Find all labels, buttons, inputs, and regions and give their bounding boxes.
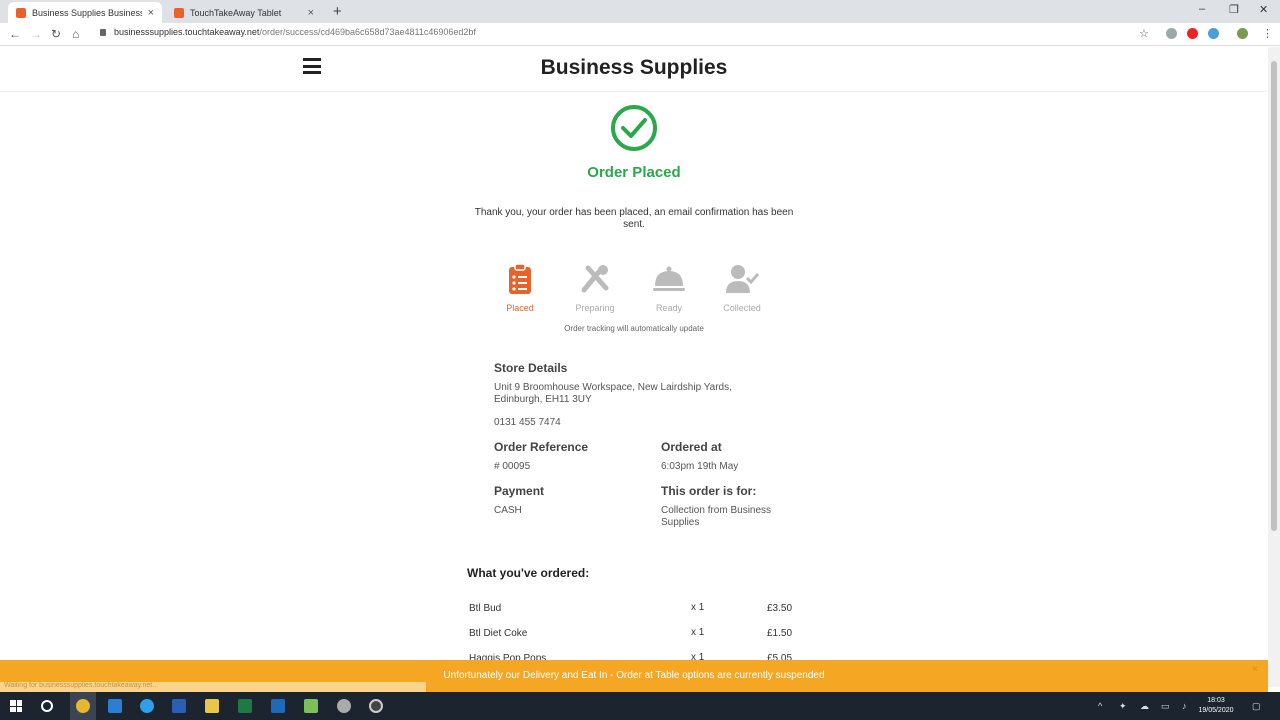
browser-menu-icon[interactable]: ⋮ — [1262, 27, 1273, 40]
menu-icon[interactable] — [303, 58, 321, 74]
step-label: Preparing — [575, 303, 615, 313]
favicon-icon — [16, 7, 26, 18]
order-for-heading: This order is for: — [661, 484, 757, 498]
step-ready: Ready — [639, 262, 699, 313]
item-qty: x 1 — [691, 627, 705, 638]
store-phone: 0131 455 7474 — [494, 417, 561, 428]
home-icon[interactable]: ⌂ — [72, 27, 79, 41]
clipboard-icon — [503, 262, 537, 296]
task-view-icon[interactable] — [108, 699, 122, 713]
step-collected: Collected — [712, 262, 772, 313]
order-reference-heading: Order Reference — [494, 440, 589, 454]
browser-tab-bar: Business Supplies Business Supp × TouchT… — [0, 0, 1280, 23]
item-qty: x 1 — [691, 602, 705, 613]
order-reference-value: # 00095 — [494, 461, 531, 472]
step-label: Placed — [506, 303, 534, 313]
store-address: Unit 9 Broomhouse Workspace, New Lairdsh… — [494, 382, 732, 405]
items-heading: What you've ordered: — [467, 566, 590, 580]
close-tab-icon[interactable]: × — [308, 7, 314, 19]
tab-touchtakeaway[interactable]: TouchTakeAway Tablet × — [166, 2, 322, 23]
back-icon[interactable]: ← — [9, 27, 21, 41]
new-tab-icon[interactable]: + — [333, 3, 342, 20]
dropbox-icon[interactable]: ✦ — [1119, 701, 1127, 712]
url-host: businesssupplies.touchtakeaway.net — [114, 27, 260, 37]
scrollbar-thumb[interactable] — [1271, 61, 1277, 531]
lock-icon — [100, 29, 106, 37]
network-icon[interactable]: ▭ — [1161, 701, 1170, 712]
minimize-icon[interactable]: – — [1199, 3, 1205, 15]
store-details-heading: Store Details — [494, 361, 568, 375]
clock-date: 19/05/2020 — [1198, 707, 1234, 714]
step-placed: Placed — [490, 262, 550, 313]
checkmark-icon — [611, 105, 657, 151]
item-name: Btl Diet Coke — [469, 628, 528, 639]
cloche-icon — [652, 262, 686, 296]
windows-start-icon[interactable] — [10, 700, 22, 712]
payment-heading: Payment — [494, 484, 545, 498]
notepad-icon[interactable] — [304, 699, 318, 713]
chrome-icon[interactable] — [76, 699, 90, 713]
notifications-icon[interactable]: ▢ — [1252, 701, 1261, 712]
utensils-icon — [578, 262, 612, 296]
restore-icon[interactable]: ❐ — [1229, 3, 1239, 16]
tracking-note: Order tracking will automatically update — [564, 324, 704, 333]
payment-value: CASH — [494, 505, 522, 516]
tray-chevron-icon[interactable]: ^ — [1098, 701, 1102, 711]
outlook-icon[interactable] — [271, 699, 285, 713]
page-title: Business Supplies — [540, 56, 728, 79]
settings-icon[interactable] — [369, 699, 383, 713]
url-path: /order/success/cd469ba6c658d73ae4811c469… — [259, 27, 476, 37]
favicon-icon — [174, 7, 184, 18]
step-preparing: Preparing — [565, 262, 625, 313]
header-divider — [0, 91, 1268, 92]
banner-text: Unfortunately our Delivery and Eat In - … — [443, 670, 825, 681]
edge-icon[interactable] — [140, 699, 154, 713]
profile-avatar[interactable] — [1237, 28, 1248, 39]
clock-time: 18:03 — [1207, 697, 1225, 704]
search-icon[interactable] — [41, 700, 53, 712]
windows-taskbar — [0, 692, 1280, 720]
tab-title: TouchTakeAway Tablet — [190, 7, 282, 18]
address-bar: ← → ↻ ⌂ businesssupplies.touchtakeaway.n… — [0, 23, 1280, 46]
page-scrollbar[interactable] — [1268, 47, 1280, 687]
ordered-at-value: 6:03pm 19th May — [661, 461, 739, 472]
file-explorer-icon[interactable] — [205, 699, 219, 713]
step-label: Ready — [655, 303, 682, 313]
ordered-at-heading: Ordered at — [661, 440, 722, 454]
browser-status-text: Waiting for businesssupplies.touchtakeaw… — [0, 682, 426, 692]
bookmark-star-icon[interactable]: ☆ — [1139, 27, 1149, 40]
extension-icon[interactable] — [1166, 28, 1177, 39]
close-tab-icon[interactable]: × — [148, 7, 154, 19]
volume-icon[interactable]: ♪ — [1182, 701, 1187, 711]
tab-business-supplies[interactable]: Business Supplies Business Supp × — [8, 2, 162, 23]
tab-title: Business Supplies Business Supp — [32, 7, 142, 18]
word-icon[interactable] — [172, 699, 186, 713]
item-price: £1.50 — [767, 628, 793, 639]
forward-icon[interactable]: → — [30, 27, 42, 41]
app-icon[interactable] — [337, 699, 351, 713]
confirmation-message: Thank you, your order has been placed, a… — [474, 207, 794, 230]
step-label: Collected — [723, 303, 761, 313]
item-name: Btl Bud — [469, 603, 502, 614]
order-status-title: Order Placed — [587, 164, 681, 181]
order-for-value: Collection from Business Supplies — [661, 505, 772, 528]
item-price: £3.50 — [767, 603, 793, 614]
taskbar-clock[interactable]: 18:03 19/05/2020 — [1196, 696, 1236, 716]
onedrive-icon[interactable]: ☁ — [1140, 701, 1149, 712]
url-field[interactable]: businesssupplies.touchtakeaway.net/order… — [100, 27, 476, 37]
user-check-icon — [725, 262, 760, 296]
reload-icon[interactable]: ↻ — [51, 27, 61, 41]
opera-extension-icon[interactable] — [1187, 28, 1198, 39]
excel-icon[interactable] — [238, 699, 252, 713]
cloud-extension-icon[interactable] — [1208, 28, 1219, 39]
window-close-icon[interactable]: ✕ — [1259, 3, 1268, 16]
banner-close-icon[interactable]: × — [1252, 664, 1258, 675]
